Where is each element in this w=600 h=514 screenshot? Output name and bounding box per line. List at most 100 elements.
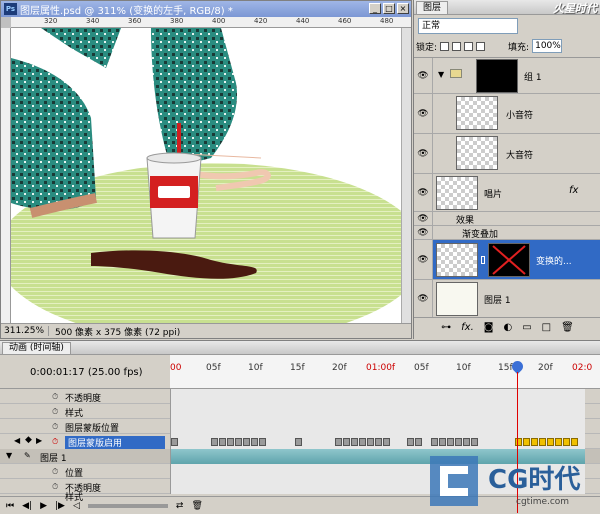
keyframe-selected[interactable] [531,438,538,446]
tab-animation[interactable]: 动画 (时间轴) [2,342,71,354]
layer-mask-thumbnail[interactable] [488,243,530,277]
keyframe[interactable] [383,438,390,446]
keyframe[interactable] [219,438,226,446]
zoom-slider[interactable] [87,503,168,508]
stopwatch-icon[interactable]: ⏱ [52,422,58,432]
keyframe[interactable] [211,438,218,446]
layer-row-group[interactable]: 👁 ▼ 组 1 [414,58,600,94]
keyframe[interactable] [359,438,366,446]
time-ruler[interactable]: 00 05f 10f 15f 20f 01:00f 05f 10f 15f 20… [170,355,600,389]
keyframe[interactable] [455,438,462,446]
stopwatch-icon[interactable]: ⏱ [52,467,58,477]
stopwatch-icon[interactable]: ⏱ [52,407,58,417]
eye-icon[interactable]: 👁 [414,134,433,173]
keyframe[interactable] [463,438,470,446]
keyframe[interactable] [335,438,342,446]
eye-icon[interactable]: 👁 [414,58,433,93]
track-row[interactable]: ⏱ 不透明度 [0,389,600,404]
next-frame-icon[interactable]: |▶ [55,501,65,511]
keyframe[interactable] [235,438,242,446]
eye-icon[interactable]: 👁 [414,240,433,279]
close-icon[interactable]: × [397,3,409,14]
stopwatch-icon[interactable]: ⏱ [52,392,58,402]
layer-row-transformed-hand[interactable]: 👁 变换的... [414,240,600,280]
tab-layers[interactable]: 图层 [416,1,449,14]
keyframe[interactable] [367,438,374,446]
document-titlebar[interactable]: Ps 图层属性.psd @ 311% (变换的左手, RGB/8) * _ □ … [1,1,411,17]
triangle-down-icon[interactable]: ▼ [6,451,12,460]
keyframe-selected[interactable] [539,438,546,446]
keyframe[interactable] [259,438,266,446]
new-layer-icon[interactable]: □ [542,322,551,333]
keyframe[interactable] [251,438,258,446]
track-area[interactable] [170,419,585,434]
new-group-icon[interactable]: ▭ [522,322,531,333]
track-row-mask-enable[interactable]: ◀ ◆ ▶ ⏱ 图层蒙版启用 [0,434,600,449]
eye-icon[interactable]: 👁 [414,280,433,317]
current-time[interactable]: 0:00:01:17 (25.00 fps) [30,367,143,378]
keyframe[interactable] [171,438,178,446]
prev-frame-icon[interactable]: ◀| [22,501,32,511]
track-row[interactable]: ⏱ 样式 [0,404,600,419]
keyframe[interactable] [431,438,438,446]
convert-icon[interactable]: ⇄ [176,501,184,511]
play-icon[interactable]: ▶ [40,501,47,511]
track-area[interactable] [170,389,585,404]
eye-icon[interactable]: 👁 [414,94,433,133]
trash-icon[interactable]: 🗑 [561,322,574,333]
fill-input[interactable]: 100% [532,39,563,53]
lock-all-icon[interactable] [476,41,486,51]
stopwatch-icon[interactable]: ⏱ [52,437,58,447]
keyframe-selected[interactable] [523,438,530,446]
eye-icon[interactable]: 👁 [414,174,433,211]
track-area[interactable] [170,404,585,419]
prev-keyframe-icon[interactable]: ◀ [14,436,20,445]
track-row[interactable]: ⏱ 图层蒙版位置 [0,419,600,434]
keyframe[interactable] [375,438,382,446]
keyframe-selected[interactable] [571,438,578,446]
keyframe-track[interactable] [170,434,585,449]
keyframe[interactable] [407,438,414,446]
maximize-icon[interactable]: □ [383,3,395,14]
document-canvas[interactable] [11,28,401,323]
keyframe[interactable] [227,438,234,446]
eye-icon[interactable]: 👁 [414,212,433,225]
add-mask-icon[interactable]: ◙ [484,322,494,333]
keyframe[interactable] [439,438,446,446]
keyframe[interactable] [243,438,250,446]
layer-row-big-note[interactable]: 👁 大音符 [414,134,600,174]
lock-pixels-icon[interactable] [452,41,462,51]
vertical-scrollbar[interactable] [401,28,411,323]
next-keyframe-icon[interactable]: ▶ [36,436,42,445]
lock-transparency-icon[interactable] [440,41,450,51]
link-layers-icon[interactable]: ⊶ [441,322,451,333]
minimize-icon[interactable]: _ [369,3,381,14]
eye-icon[interactable]: 👁 [414,226,433,239]
keyframe[interactable] [447,438,454,446]
triangle-down-icon[interactable]: ▼ [438,70,444,79]
zoom-level[interactable]: 311.25% [1,326,49,336]
add-keyframe-icon[interactable]: ◆ [25,435,32,445]
layer-row-small-note[interactable]: 👁 小音符 [414,94,600,134]
keyframe[interactable] [295,438,302,446]
trash-icon[interactable]: 🗑 [191,501,202,511]
keyframe[interactable] [351,438,358,446]
keyframe[interactable] [343,438,350,446]
blend-mode-select[interactable]: 正常 [418,18,518,34]
adjustment-icon[interactable]: ◐ [503,322,512,333]
gradient-overlay-row[interactable]: 👁 渐变叠加 [414,226,600,240]
fx-icon[interactable]: fx [569,185,578,196]
stopwatch-icon[interactable]: ⏱ [52,482,58,492]
keyframe-selected[interactable] [547,438,554,446]
lock-position-icon[interactable] [464,41,474,51]
keyframe-selected[interactable] [563,438,570,446]
effects-row[interactable]: 👁 效果 [414,212,600,226]
keyframe-selected[interactable] [555,438,562,446]
link-icon[interactable] [481,256,485,264]
add-style-icon[interactable]: fx. [461,322,474,333]
layer-row-record[interactable]: 👁 唱片 fx [414,174,600,212]
keyframe[interactable] [471,438,478,446]
keyframe[interactable] [415,438,422,446]
layer-row-layer1[interactable]: 👁 图层 1 [414,280,600,318]
first-frame-icon[interactable]: ⏮ [6,501,14,511]
